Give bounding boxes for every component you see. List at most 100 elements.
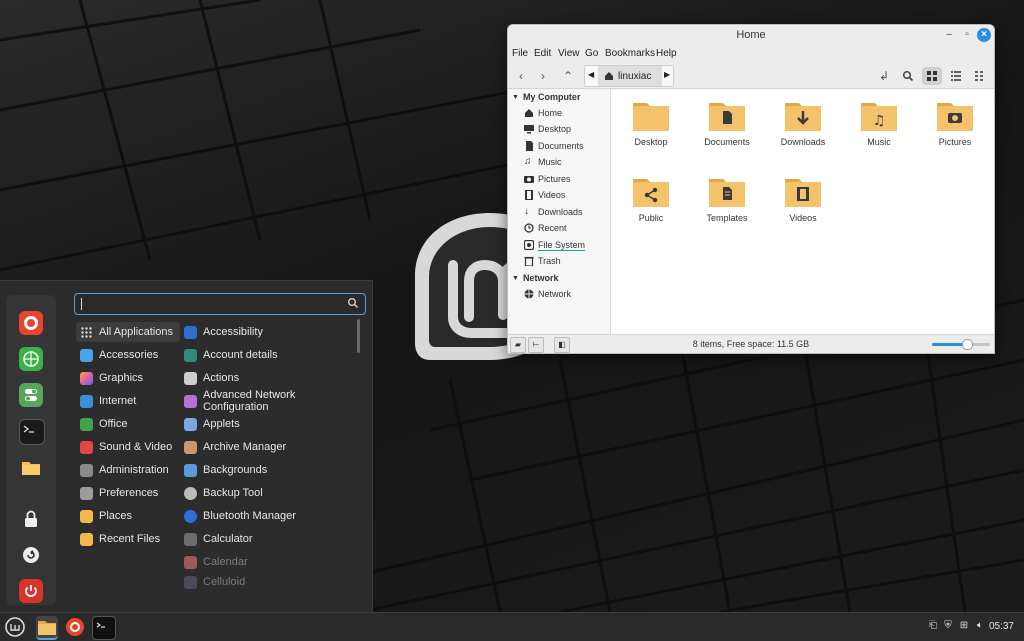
category-places[interactable]: Places [76, 506, 180, 526]
app-celluloid[interactable]: Celluloid [184, 575, 354, 589]
volume-icon[interactable]: 🔈︎ [974, 620, 986, 632]
app-actions[interactable]: Actions [184, 368, 354, 388]
compact-view-button[interactable] [970, 67, 990, 85]
menu-view[interactable]: View [558, 48, 580, 59]
sidebar-item-videos[interactable]: Videos [524, 188, 565, 202]
shutdown-icon[interactable] [19, 579, 43, 603]
category-sound-video[interactable]: Sound & Video [76, 437, 180, 457]
folder-item-music[interactable]: ♫ Music [849, 99, 909, 147]
sidebar-item-documents[interactable]: Documents [524, 139, 584, 153]
category-internet[interactable]: Internet [76, 391, 180, 411]
taskbar-files[interactable] [36, 616, 58, 640]
trash-icon [524, 256, 534, 266]
files-icon[interactable] [19, 455, 43, 479]
search-icon [902, 70, 914, 82]
menu-button[interactable] [4, 616, 26, 638]
backup-tool-icon [184, 486, 197, 500]
taskbar-terminal[interactable] [92, 616, 116, 640]
maximize-button[interactable]: ▫ [960, 28, 974, 42]
menu-edit[interactable]: Edit [534, 48, 551, 59]
menu-help[interactable]: Help [656, 48, 677, 59]
category-preferences[interactable]: Preferences [76, 483, 180, 503]
path-right-arrow-icon[interactable]: ▶ [664, 70, 670, 79]
recent-icon [524, 223, 534, 233]
app-backup-tool[interactable]: Backup Tool [184, 483, 354, 503]
terminal-icon[interactable] [19, 419, 45, 445]
forward-button[interactable]: › [533, 67, 553, 85]
settings-toggle-icon[interactable] [19, 383, 43, 407]
category-office[interactable]: Office [76, 414, 180, 434]
category-administration[interactable]: Administration [76, 460, 180, 480]
category-all-applications[interactable]: All Applications [76, 322, 180, 342]
close-button[interactable]: × [977, 28, 991, 42]
sidebar-item-network[interactable]: Network [524, 287, 571, 301]
minimize-button[interactable]: – [942, 28, 956, 42]
folder-templates-icon [709, 179, 745, 207]
up-button[interactable]: ⌃ [558, 67, 578, 85]
folder-item-pictures[interactable]: Pictures [925, 99, 985, 147]
zoom-slider-handle[interactable] [961, 339, 973, 350]
menu-scrollbar[interactable] [357, 319, 360, 353]
search-icon [348, 298, 359, 309]
app-calculator[interactable]: Calculator [184, 529, 354, 549]
menu-go[interactable]: Go [585, 48, 598, 59]
sidebar-item-pictures[interactable]: Pictures [524, 172, 571, 186]
list-view-button[interactable] [946, 67, 966, 85]
icon-view-button[interactable] [922, 67, 942, 85]
archive-manager-icon [184, 440, 197, 454]
downloads-icon: ↓ [524, 206, 529, 217]
logout-icon[interactable] [19, 543, 43, 567]
category-graphics[interactable]: Graphics [76, 368, 180, 388]
app-bluetooth-manager[interactable]: Bluetooth Manager [184, 506, 354, 526]
app-applets[interactable]: Applets [184, 414, 354, 434]
toggle-location-button[interactable]: ↲ [874, 67, 894, 85]
folder-item-templates[interactable]: Templates [697, 175, 757, 223]
section-header-label: My Computer [522, 92, 581, 102]
linux-mint-menu-icon [5, 617, 25, 637]
sidebar-item-file-system[interactable]: File System [524, 238, 586, 252]
taskbar-firefox[interactable] [64, 616, 86, 638]
menu-bookmarks[interactable]: Bookmarks [605, 48, 655, 59]
path-left-arrow-icon[interactable]: ◀ [588, 70, 594, 79]
sidebar-section-my-computer[interactable]: ▼ My Computer [512, 92, 580, 102]
firefox-icon[interactable] [19, 311, 43, 335]
videos-icon [525, 190, 533, 200]
menu-search-input[interactable] [74, 293, 366, 315]
shield-icon[interactable]: ⛨ [942, 620, 954, 632]
sidebar-item-home[interactable]: Home [524, 106, 562, 120]
app-archive-manager[interactable]: Archive Manager [184, 437, 354, 457]
sidebar-item-recent[interactable]: Recent [524, 221, 567, 235]
folder-item-documents[interactable]: Documents [697, 99, 757, 147]
sidebar-item-downloads[interactable]: ↓ Downloads [524, 205, 583, 219]
clock[interactable]: 05:37 [989, 621, 1014, 632]
back-button[interactable]: ‹ [511, 67, 531, 85]
category-accessories[interactable]: Accessories [76, 345, 180, 365]
folder-item-videos[interactable]: Videos [773, 175, 833, 223]
chevron-down-icon: ▼ [512, 93, 519, 101]
folder-item-desktop[interactable]: Desktop [621, 99, 681, 147]
search-button[interactable] [898, 67, 918, 85]
sidebar-item-trash[interactable]: Trash [524, 254, 561, 268]
folder-item-downloads[interactable]: Downloads [773, 99, 833, 147]
status-bar: ▰ ⊢ ◧ 8 items, Free space: 11.5 GB [508, 334, 994, 353]
path-segment-home[interactable]: linuxiac [598, 66, 662, 86]
sidebar-section-network[interactable]: ▼ Network [512, 273, 558, 283]
network-status-icon[interactable]: ⊞ [958, 620, 970, 632]
app-backgrounds[interactable]: Backgrounds [184, 460, 354, 480]
sidebar-item-music[interactable]: ♫ Music [524, 155, 562, 169]
title-bar[interactable]: Home – ▫ × [508, 25, 994, 45]
app-calendar[interactable]: Calendar [184, 552, 354, 572]
category-recent-files[interactable]: Recent Files [76, 529, 180, 549]
lock-screen-icon[interactable] [19, 507, 43, 531]
sidebar-item-desktop[interactable]: Desktop [524, 122, 571, 136]
zoom-slider[interactable] [932, 339, 990, 350]
folder-item-public[interactable]: Public [621, 175, 681, 223]
clipboard-icon[interactable]: ⎗ [927, 620, 939, 632]
folder-name: Downloads [780, 137, 826, 147]
folder-name: Music [867, 137, 891, 147]
web-browser-icon[interactable] [19, 347, 43, 371]
menu-file[interactable]: File [512, 48, 528, 59]
app-advanced-network-configuration[interactable]: Advanced Network Configuration [184, 389, 354, 413]
app-account-details[interactable]: Account details [184, 345, 354, 365]
app-accessibility[interactable]: Accessibility [184, 322, 354, 342]
